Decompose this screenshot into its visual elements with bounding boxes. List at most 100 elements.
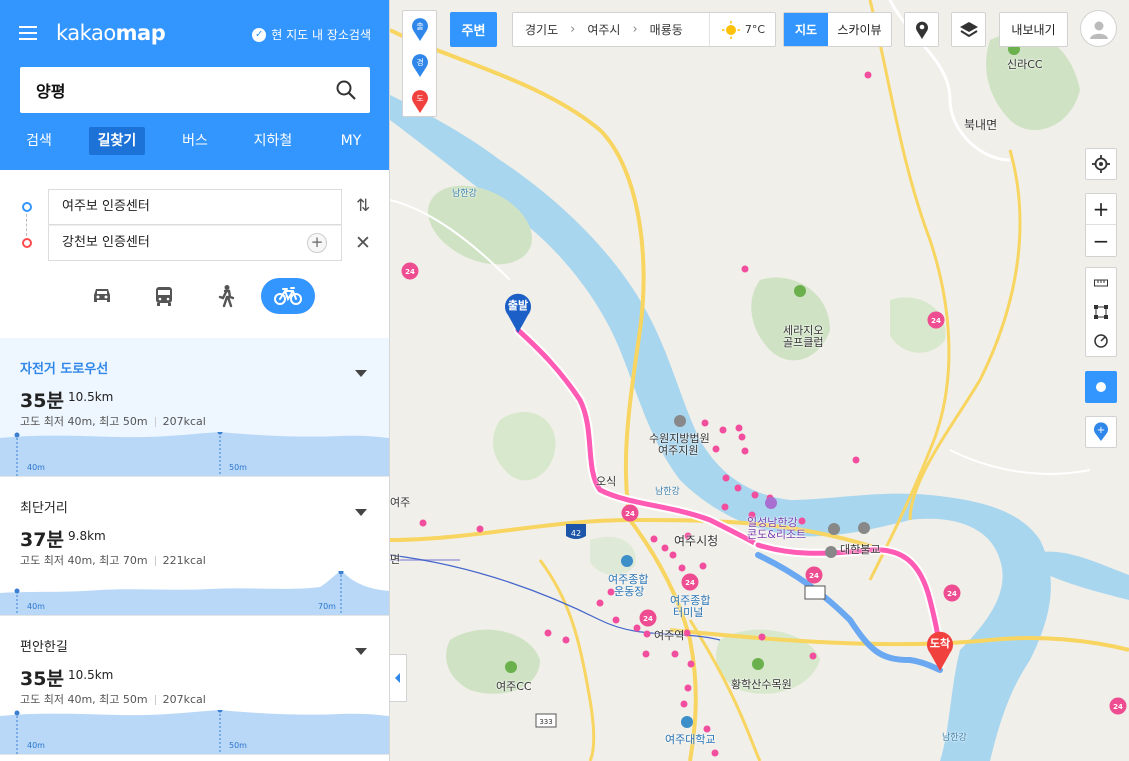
- hotel-icon: [858, 522, 870, 534]
- bicycle-mode-button[interactable]: [261, 278, 315, 314]
- 24h-icon: 24: [943, 584, 961, 602]
- golf-icon: [794, 285, 806, 297]
- road-24-label: 24: [625, 510, 635, 518]
- swap-icon[interactable]: ⇅: [356, 196, 370, 216]
- map-label-yeoju: 여주: [390, 496, 411, 509]
- chevron-down-icon[interactable]: [355, 370, 367, 377]
- route-distance: 9.8km: [68, 529, 106, 543]
- kakaomap-app: kakaomap ✓ 현 지도 내 장소검색 검색 길찾기 버스 지하철 MY …: [0, 0, 1129, 761]
- elevation-high-label: 50m: [229, 741, 247, 750]
- tab-label: 길찾기: [88, 127, 146, 155]
- roadview-button[interactable]: [904, 12, 939, 47]
- nearby-label: 주변: [461, 24, 486, 39]
- destination-pin-button[interactable]: 도: [411, 89, 429, 113]
- route-distance: 10.5km: [68, 390, 114, 404]
- route-point-panel: 출 경 도: [402, 10, 437, 117]
- zoom-out-icon[interactable]: −: [1086, 225, 1116, 256]
- menu-icon[interactable]: [19, 26, 37, 40]
- map-type-map[interactable]: 지도: [784, 13, 828, 46]
- svg-text:+: +: [1097, 425, 1105, 436]
- destination-field[interactable]: 강천보 인증센터 +: [48, 225, 342, 261]
- route-time: 35분: [20, 390, 64, 412]
- area-measure-icon[interactable]: [1094, 297, 1108, 326]
- origin-pin-label: 출: [416, 21, 423, 31]
- chevron-down-icon[interactable]: [355, 648, 367, 655]
- road-24-label: 24: [931, 317, 941, 325]
- current-area-search-button[interactable]: ✓ 현 지도 내 장소검색: [252, 26, 371, 43]
- avatar[interactable]: [1080, 10, 1117, 47]
- map-label-university: 여주대학교: [665, 733, 716, 746]
- route-calories: 207kcal: [162, 693, 206, 706]
- map-label-river: 남한강: [942, 733, 967, 743]
- measure-tools: [1085, 267, 1117, 357]
- search-icon[interactable]: [334, 78, 358, 102]
- road-42-icon: 42: [566, 524, 586, 539]
- sidebar-collapse-button[interactable]: [390, 654, 407, 702]
- layers-button[interactable]: [951, 12, 986, 47]
- breadcrumb-province[interactable]: 경기도: [513, 21, 570, 38]
- road-24-label: 24: [685, 579, 695, 587]
- add-pin-icon: +: [1094, 422, 1108, 441]
- breadcrumb-dong[interactable]: 매룡동: [638, 21, 695, 38]
- route-result-bike-road[interactable]: 자전거 도로우선 35분 10.5km 고도 최저 40m, 최고 50m 207…: [0, 338, 389, 477]
- close-icon[interactable]: ✕: [355, 232, 371, 254]
- route-name: 자전거 도로우선: [20, 362, 109, 377]
- map-canvas[interactable]: 24 24 24 24 24 24 24 24 42 333 신라CC 북내면 …: [390, 0, 1129, 761]
- ruler-icon[interactable]: [1094, 268, 1108, 297]
- 24h-icon: 24: [1109, 697, 1127, 715]
- radius-measure-icon[interactable]: [1094, 327, 1108, 356]
- tab-bus[interactable]: 버스: [156, 126, 234, 156]
- car-mode-button[interactable]: [75, 278, 129, 314]
- weather-widget[interactable]: 7°C: [709, 13, 777, 46]
- roadview-icon: [915, 21, 928, 39]
- walk-mode-button[interactable]: [199, 278, 253, 314]
- chevron-down-icon[interactable]: [355, 509, 367, 516]
- my-location-button[interactable]: [1085, 148, 1117, 180]
- 24h-icon: 24: [927, 311, 945, 329]
- start-marker-label: 출발: [507, 299, 529, 312]
- bus-mode-button[interactable]: [137, 278, 191, 314]
- origin-pin-button[interactable]: 출: [411, 17, 429, 41]
- add-waypoint-icon[interactable]: +: [307, 233, 327, 253]
- sidebar-header: kakaomap ✓ 현 지도 내 장소검색 검색 길찾기 버스 지하철 MY: [0, 0, 389, 170]
- map-type-toggle: 지도 스카이뷰: [783, 12, 892, 47]
- route-result-comfortable[interactable]: 편안한길 35분 10.5km 고도 최저 40m, 최고 50m 207kcal…: [0, 616, 389, 755]
- golf-icon: [505, 661, 517, 673]
- zoom-in-icon[interactable]: +: [1086, 194, 1116, 225]
- layers-icon: [959, 21, 978, 37]
- tab-label: 지하철: [253, 133, 293, 149]
- tab-my[interactable]: MY: [312, 126, 389, 156]
- map-label-arboretum: 황학산수목원: [731, 678, 792, 691]
- chevron-left-icon: [395, 673, 400, 683]
- route-result-shortest[interactable]: 최단거리 37분 9.8km 고도 최저 40m, 최고 70m 221kcal …: [0, 477, 389, 616]
- nearby-button[interactable]: 주변: [450, 12, 497, 47]
- search-input[interactable]: [20, 67, 310, 113]
- school-icon: [681, 716, 693, 728]
- waypoint-pin-button[interactable]: 경: [411, 53, 429, 77]
- map-type-skyview[interactable]: 스카이뷰: [828, 13, 891, 46]
- route-elevation: 고도 최저 40m, 최고 50m: [20, 693, 148, 706]
- red-pin-icon: 도: [412, 90, 428, 113]
- route-view-button[interactable]: [1085, 371, 1117, 403]
- breadcrumb-city[interactable]: 여주시: [575, 21, 632, 38]
- map-label-yeoju-station: 여주역: [654, 629, 685, 642]
- export-button[interactable]: 내보내기: [999, 12, 1068, 47]
- kakaomap-logo[interactable]: kakaomap: [56, 21, 166, 45]
- tab-subway[interactable]: 지하철: [234, 126, 312, 156]
- tab-search[interactable]: 검색: [0, 126, 78, 156]
- 24h-icon: 24: [681, 573, 699, 591]
- blue-pin-icon: 출: [412, 18, 428, 41]
- 24h-icon: 24: [639, 609, 657, 627]
- origin-field[interactable]: 여주보 인증센터: [48, 189, 342, 225]
- road-24-label: 24: [809, 572, 819, 580]
- temple-icon: [825, 546, 837, 558]
- road-42-label: 42: [571, 529, 581, 538]
- end-marker[interactable]: 도착: [925, 631, 955, 671]
- start-marker[interactable]: 출발: [503, 293, 533, 333]
- tab-directions[interactable]: 길찾기: [78, 126, 156, 156]
- map-type-label: 지도: [794, 23, 818, 37]
- elevation-low-label: 40m: [27, 741, 45, 750]
- add-place-button[interactable]: +: [1085, 416, 1117, 448]
- search-box: [20, 67, 370, 113]
- route-elevation: 고도 최저 40m, 최고 70m: [20, 554, 148, 567]
